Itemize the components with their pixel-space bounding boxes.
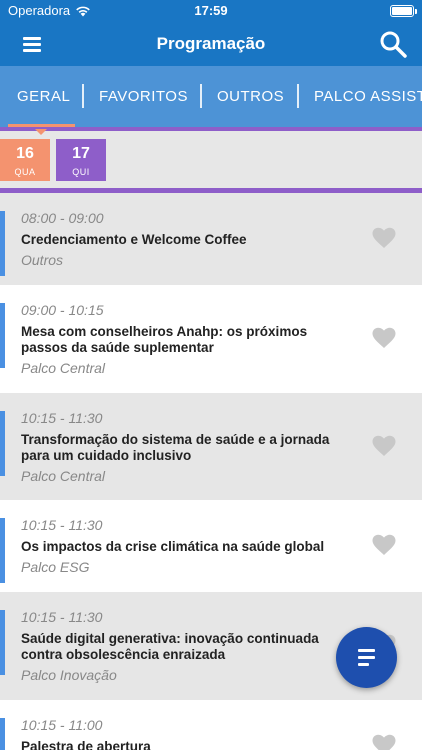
- date-chip-17[interactable]: 17 QUI: [56, 139, 106, 181]
- favorite-heart-icon[interactable]: [372, 227, 396, 249]
- app-bar: Programação: [0, 22, 422, 66]
- tab-divider: [297, 84, 299, 108]
- item-accent-bar: [0, 610, 5, 675]
- date-weekday: QUI: [72, 167, 90, 177]
- page-title: Programação: [156, 34, 266, 53]
- date-day: 16: [16, 145, 34, 162]
- favorite-heart-icon[interactable]: [372, 327, 396, 349]
- item-venue: Palco Central: [21, 360, 106, 376]
- item-time: 09:00 - 10:15: [21, 302, 104, 318]
- item-title: Saúde digital generativa: inovação conti…: [21, 631, 319, 662]
- item-accent-bar: [0, 211, 5, 276]
- schedule-item[interactable]: 08:00 - 09:00 Credenciamento e Welcome C…: [0, 193, 422, 285]
- tab-divider: [82, 84, 84, 108]
- item-time: 10:15 - 11:30: [21, 410, 103, 426]
- item-accent-bar: [0, 718, 5, 750]
- tab-outros[interactable]: OUTROS: [217, 88, 284, 105]
- item-title: Transformação do sistema de saúde e a jo…: [21, 432, 330, 463]
- filter-fab-button[interactable]: [336, 627, 397, 688]
- date-weekday: QUA: [14, 167, 36, 177]
- item-venue: Outros: [21, 252, 64, 268]
- item-title: Credenciamento e Welcome Coffee: [21, 232, 247, 247]
- battery-icon: [390, 5, 414, 17]
- status-bar: Operadora 17:59: [0, 0, 422, 22]
- tab-divider: [200, 84, 202, 108]
- tab-palco-assist[interactable]: PALCO ASSIST: [314, 88, 422, 105]
- tab-caret: [35, 129, 47, 135]
- item-venue: Palco Inovação: [21, 667, 117, 683]
- item-accent-bar: [0, 303, 5, 368]
- search-icon[interactable]: [378, 29, 408, 59]
- item-venue: Palco ESG: [21, 559, 90, 575]
- tab-geral[interactable]: GERAL: [17, 88, 70, 105]
- item-time: 10:15 - 11:00: [21, 717, 103, 733]
- favorite-heart-icon[interactable]: [372, 534, 396, 556]
- schedule-item[interactable]: 10:15 - 11:30 Os impactos da crise climá…: [0, 500, 422, 592]
- item-title: Palestra de abertura: [21, 739, 151, 750]
- item-title: Os impactos da crise climática na saúde …: [21, 539, 325, 554]
- category-tabs: GERAL FAVORITOS OUTROS PALCO ASSIST: [0, 66, 422, 127]
- schedule-item[interactable]: 10:15 - 11:30 Transformação do sistema d…: [0, 393, 422, 500]
- favorite-heart-icon[interactable]: [372, 734, 396, 750]
- item-time: 10:15 - 11:30: [21, 517, 103, 533]
- item-accent-bar: [0, 518, 5, 583]
- item-time: 08:00 - 09:00: [21, 210, 104, 226]
- item-title: Mesa com conselheiros Anahp: os próximos…: [21, 324, 308, 355]
- battery-tip: [415, 9, 417, 14]
- date-selector: 16 QUA 17 QUI: [0, 127, 422, 193]
- tab-favoritos[interactable]: FAVORITOS: [99, 88, 188, 105]
- date-day: 17: [72, 145, 90, 162]
- item-venue: Palco Central: [21, 468, 106, 484]
- date-chip-16[interactable]: 16 QUA: [0, 139, 50, 181]
- schedule-item[interactable]: 09:00 - 10:15 Mesa com conselheiros Anah…: [0, 285, 422, 393]
- status-time: 17:59: [194, 3, 228, 18]
- item-time: 10:15 - 11:30: [21, 609, 103, 625]
- favorite-heart-icon[interactable]: [372, 435, 396, 457]
- item-accent-bar: [0, 411, 5, 476]
- schedule-item[interactable]: 10:15 - 11:00 Palestra de abertura: [0, 700, 422, 750]
